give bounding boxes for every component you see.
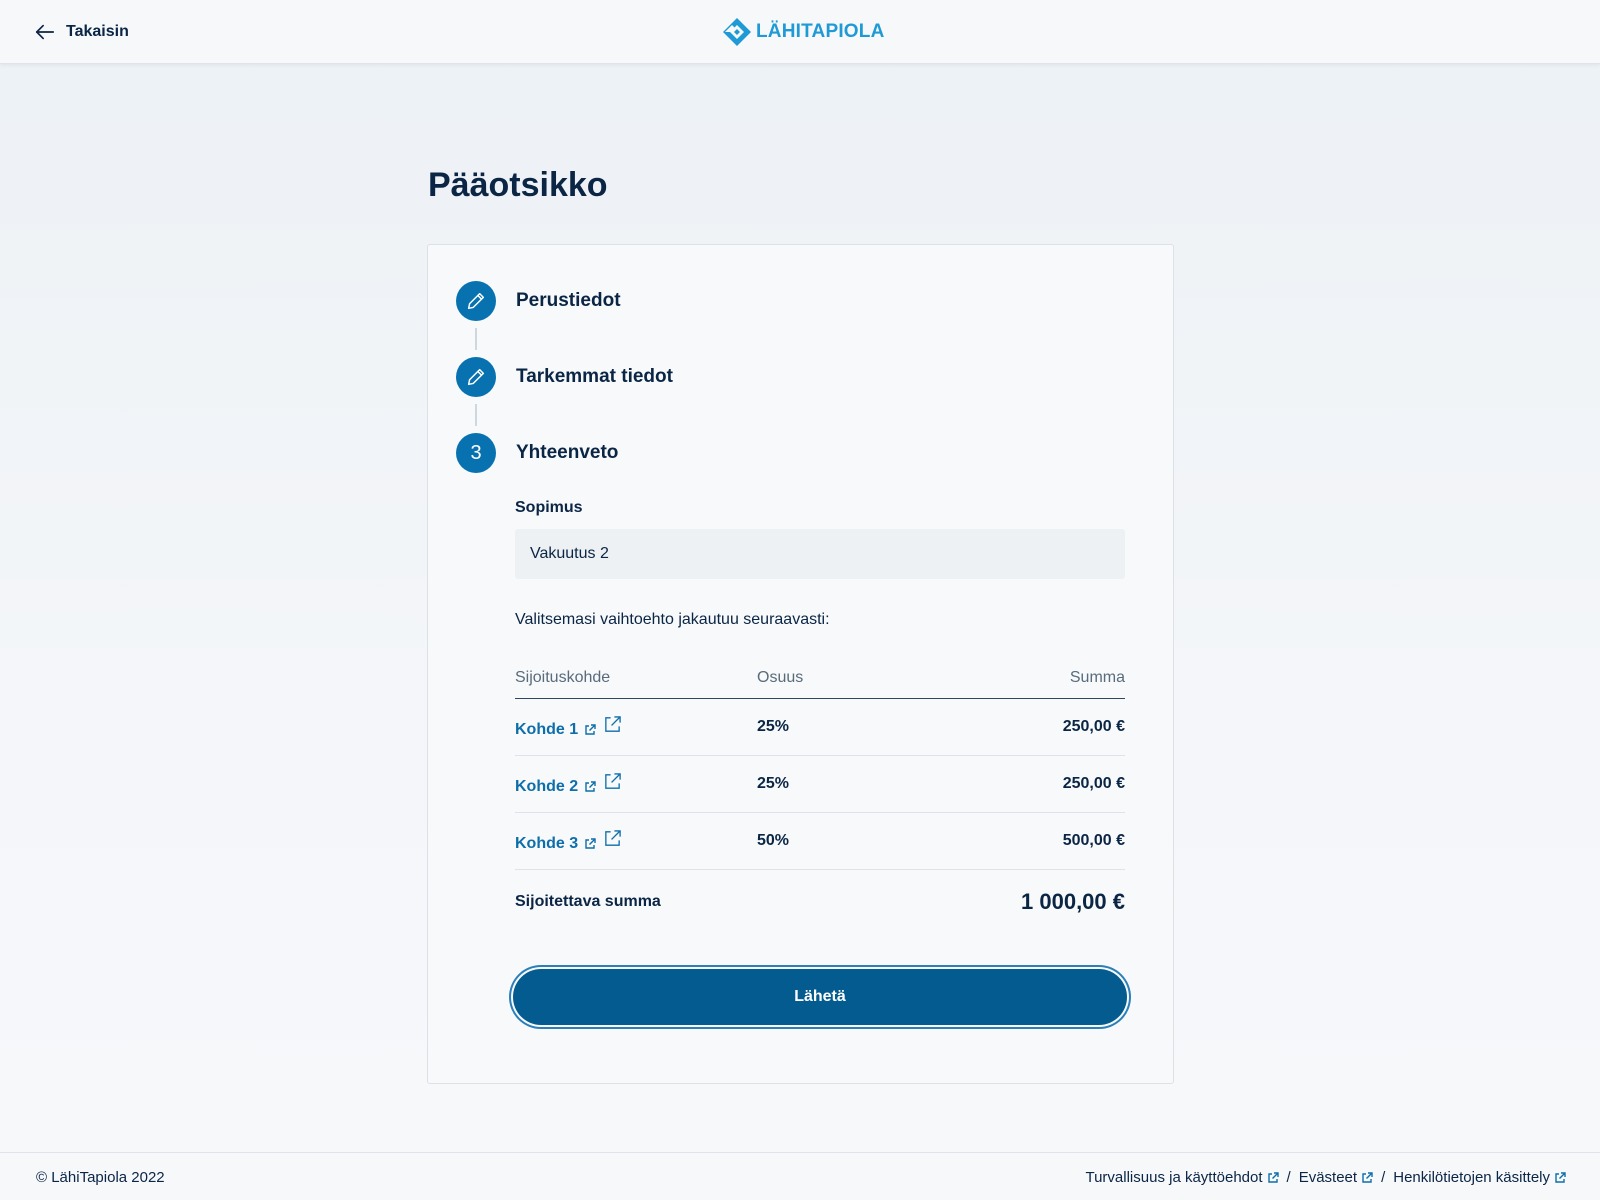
amount-value: 500,00 € [1062, 832, 1125, 849]
header-share: Osuus [757, 668, 804, 686]
step-circle [456, 357, 496, 397]
lahitapiola-logo[interactable]: LÄHITAPIOLA [722, 16, 885, 48]
table-row: Kohde 1 25% 250,00 € [515, 699, 1125, 756]
table-header: Sijoituskohde Osuus Summa [515, 657, 1125, 699]
footer-separator: / [1381, 1169, 1386, 1186]
target-link[interactable]: Kohde 2 [515, 778, 596, 796]
external-link-icon [585, 838, 596, 849]
submit-button[interactable]: Lähetä [513, 969, 1127, 1025]
header-target: Sijoituskohde [515, 668, 611, 686]
pencil-icon [467, 292, 485, 310]
external-link-icon [1362, 1171, 1373, 1183]
pencil-icon [467, 368, 485, 386]
footer-link-label: Henkilötietojen käsittely [1393, 1169, 1550, 1186]
footer-links: Turvallisuus ja käyttöehdot / Evästeet /… [1085, 1169, 1566, 1186]
external-link-icon[interactable] [603, 829, 622, 848]
copyright: © LähiTapiola 2022 [36, 1169, 165, 1186]
step-basic-info[interactable]: Perustiedot [456, 281, 621, 321]
amount-value: 250,00 € [1062, 718, 1125, 735]
step-connector [475, 328, 477, 350]
total-value: 1 000,00 € [1021, 889, 1125, 914]
table-row: Kohde 3 50% 500,00 € [515, 813, 1125, 870]
top-bar: Takaisin LÄHITAPIOLA [0, 0, 1600, 64]
external-link-icon [1555, 1171, 1566, 1183]
allocation-table: Sijoituskohde Osuus Summa Kohde 1 25% 25… [515, 657, 1125, 934]
step-label: Perustiedot [516, 290, 621, 311]
share-value: 25% [757, 718, 790, 735]
page-title: Pääotsikko [428, 166, 608, 204]
footer-link-privacy[interactable]: Henkilötietojen käsittely [1393, 1169, 1566, 1186]
external-link-icon [585, 781, 596, 792]
external-link-icon[interactable] [603, 715, 622, 734]
footer-link-label: Turvallisuus ja käyttöehdot [1085, 1169, 1263, 1186]
step-number: 3 [456, 433, 496, 473]
share-value: 25% [757, 775, 790, 792]
step-label: Tarkemmat tiedot [516, 366, 673, 387]
step-label: Yhteenveto [516, 442, 619, 463]
logo-icon [723, 18, 751, 46]
target-label: Kohde 1 [515, 721, 579, 738]
target-label: Kohde 3 [515, 835, 579, 852]
total-row: Sijoitettava summa 1 000,00 € [515, 870, 1125, 934]
table-row: Kohde 2 25% 250,00 € [515, 756, 1125, 813]
back-button[interactable]: Takaisin [34, 18, 129, 46]
summary-card: Perustiedot Tarkemmat tiedot 3 Yhteenvet… [427, 244, 1174, 1084]
step-details[interactable]: Tarkemmat tiedot [456, 357, 673, 397]
external-link-icon [1267, 1171, 1279, 1183]
total-label: Sijoitettava summa [515, 893, 661, 910]
external-link-icon [585, 724, 596, 735]
contract-field[interactable]: Vakuutus 2 [515, 529, 1125, 579]
external-link-icon[interactable] [603, 772, 622, 791]
footer-link-label: Evästeet [1298, 1169, 1358, 1186]
step-summary: 3 Yhteenveto [456, 433, 618, 473]
footer-link-cookies[interactable]: Evästeet [1299, 1169, 1373, 1186]
share-value: 50% [757, 832, 790, 849]
step-connector [475, 404, 477, 426]
target-label: Kohde 2 [515, 778, 579, 795]
back-label: Takaisin [66, 23, 129, 40]
step-circle [456, 281, 496, 321]
arrow-left-icon [35, 24, 55, 40]
header-amount: Summa [1069, 668, 1125, 686]
footer-link-terms[interactable]: Turvallisuus ja käyttöehdot [1085, 1169, 1279, 1186]
footer-separator: / [1286, 1169, 1291, 1186]
allocation-intro: Valitsemasi vaihtoehto jakautuu seuraava… [515, 611, 830, 628]
contract-label: Sopimus [515, 499, 583, 516]
target-link[interactable]: Kohde 1 [515, 721, 596, 739]
target-link[interactable]: Kohde 3 [515, 835, 596, 853]
logo-text: LÄHITAPIOLA [756, 21, 885, 42]
amount-value: 250,00 € [1062, 775, 1125, 792]
footer: © LähiTapiola 2022 Turvallisuus ja käytt… [0, 1152, 1600, 1200]
